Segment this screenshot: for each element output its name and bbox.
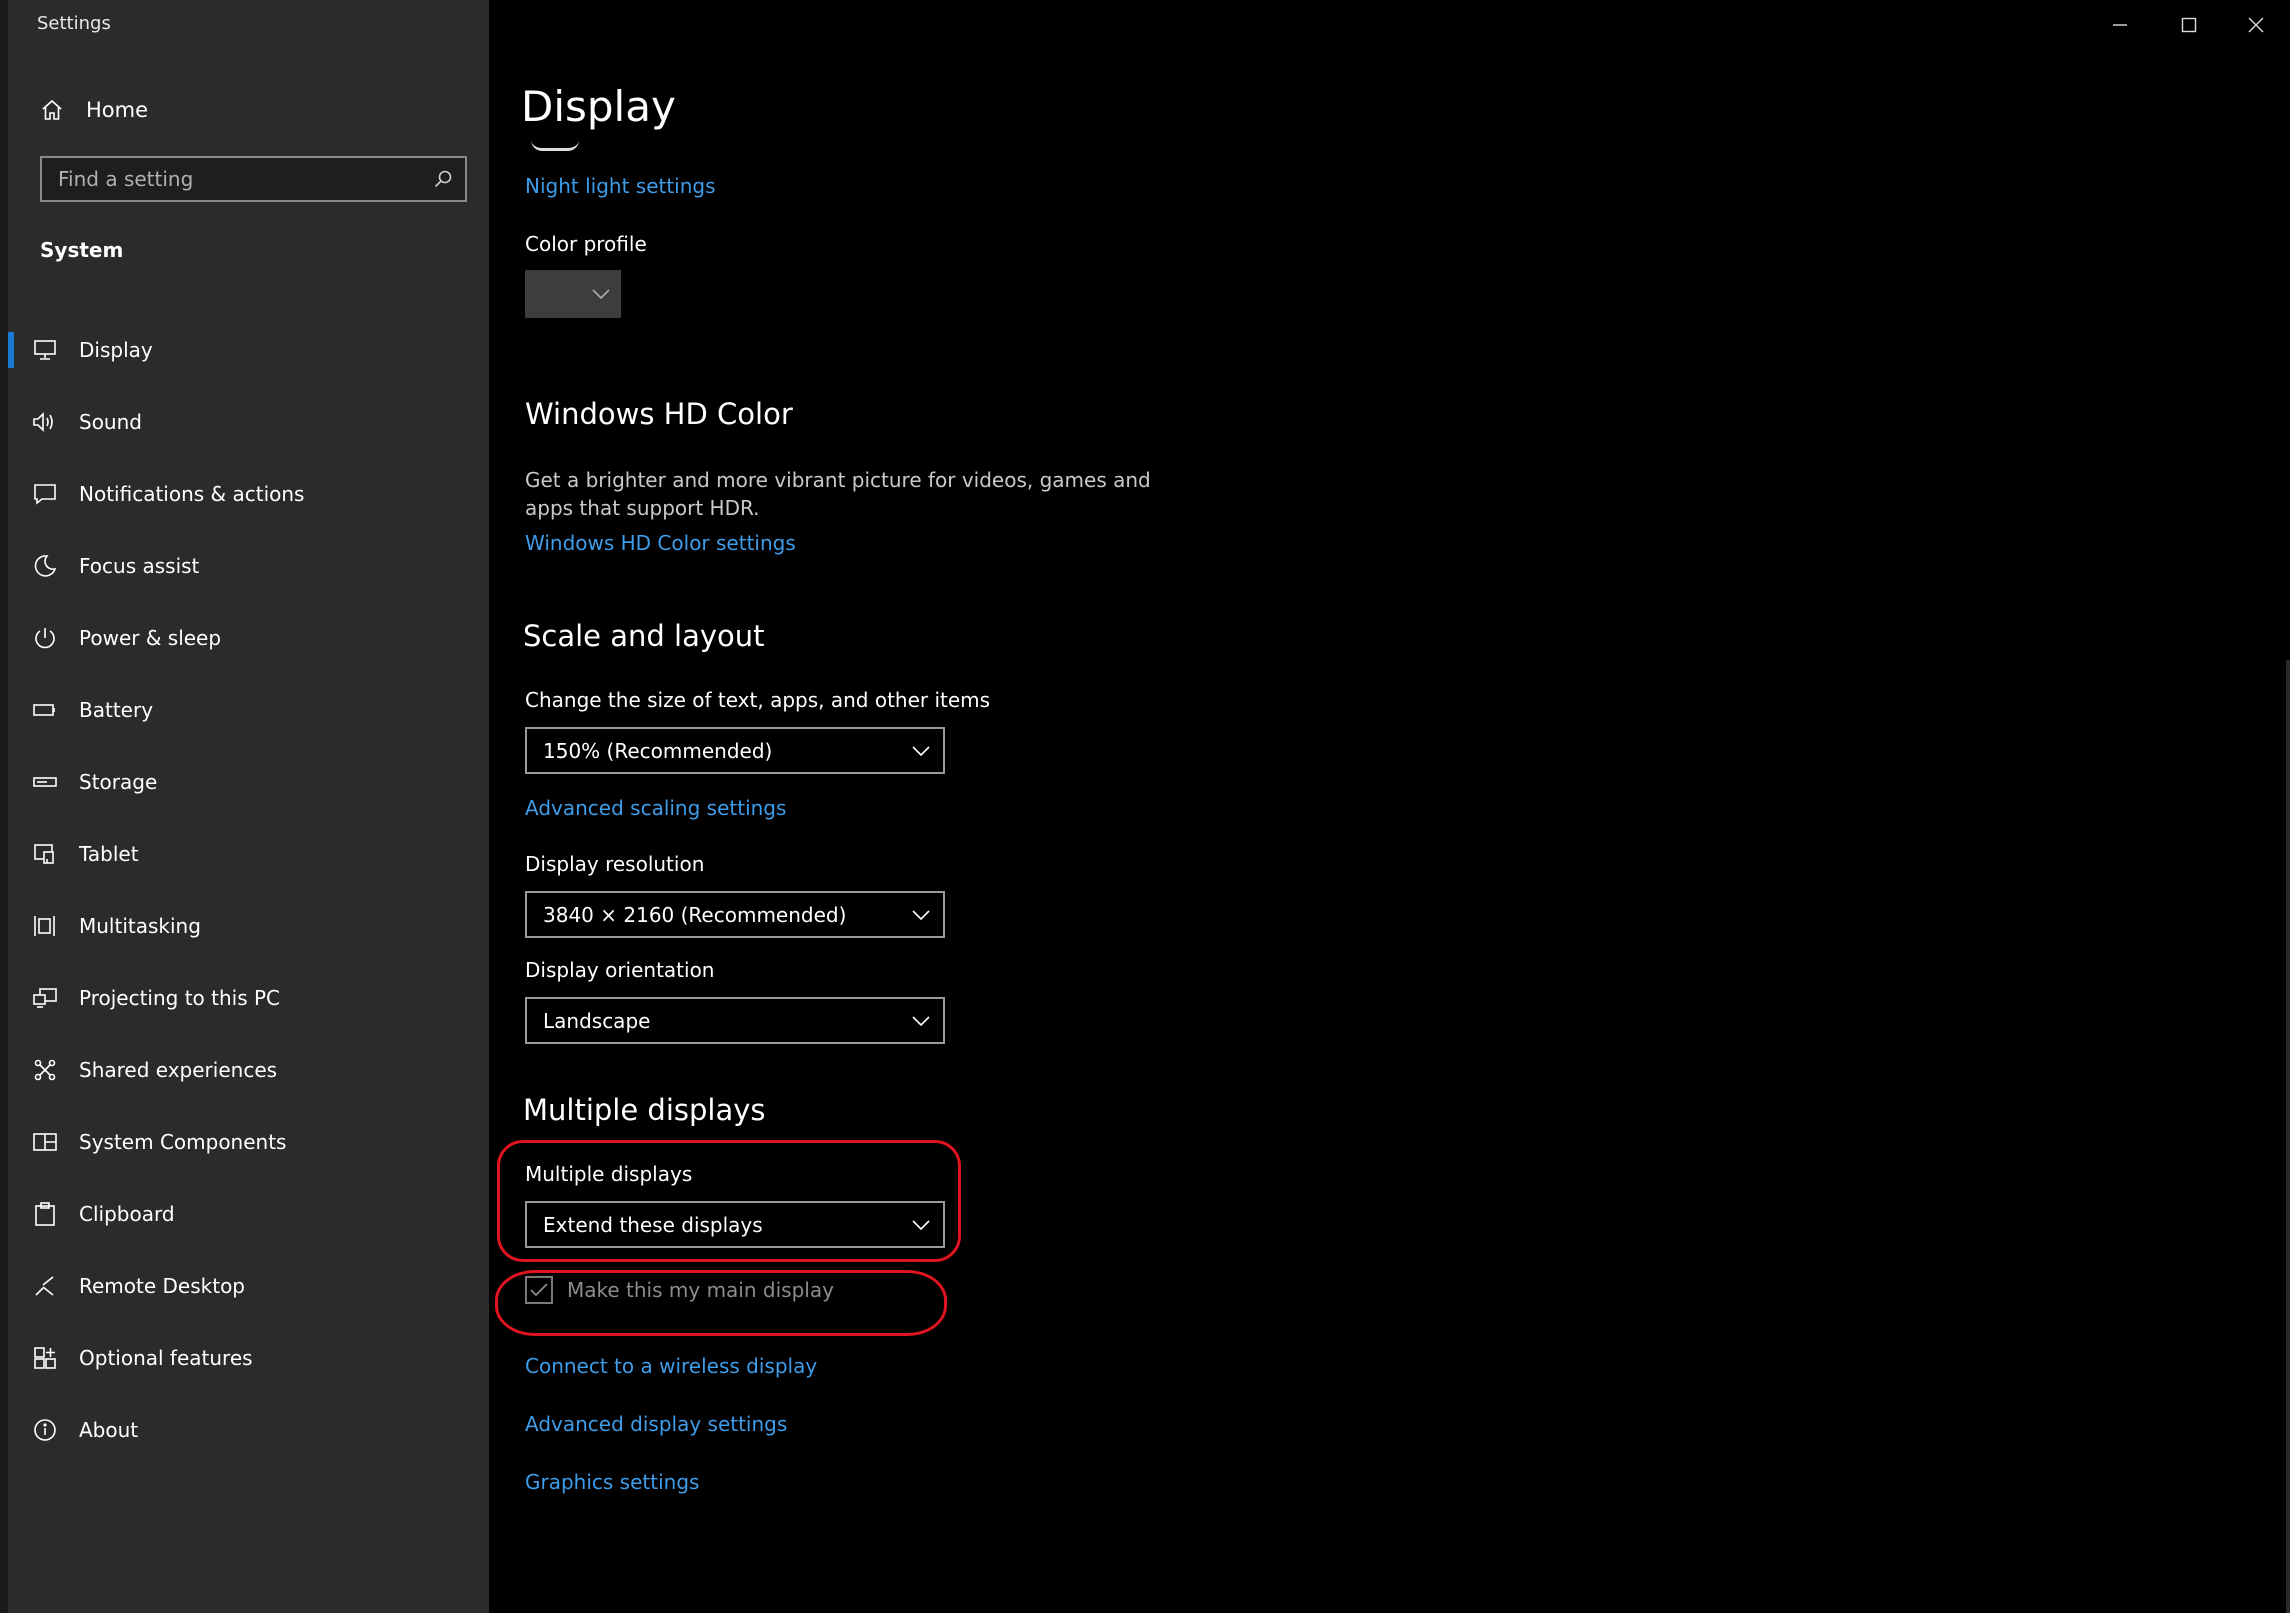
chevron-down-icon — [899, 1219, 943, 1230]
search-input[interactable] — [42, 166, 421, 192]
chevron-down-icon — [899, 1015, 943, 1026]
sidebar-item-label: Projecting to this PC — [79, 986, 281, 1010]
scale-layout-heading: Scale and layout — [523, 619, 765, 653]
sidebar-item-projecting[interactable]: Projecting to this PC — [8, 962, 489, 1034]
resolution-value: 3840 × 2160 (Recommended) — [543, 902, 847, 927]
multiple-displays-label: Multiple displays — [525, 1162, 693, 1186]
resolution-label: Display resolution — [525, 852, 705, 876]
moon-icon — [31, 552, 59, 580]
sidebar-item-label: Tablet — [79, 842, 139, 866]
search-icon[interactable] — [421, 169, 465, 189]
sidebar-item-label: Focus assist — [79, 554, 200, 578]
sidebar: Settings Home System Dis — [8, 0, 489, 1613]
sidebar-item-label: Optional features — [79, 1346, 253, 1370]
sidebar-item-optional-features[interactable]: Optional features — [8, 1322, 489, 1394]
section-label-system: System — [40, 238, 124, 262]
page-title: Display — [521, 82, 676, 131]
scale-value: 150% (Recommended) — [543, 738, 773, 763]
sidebar-item-focus-assist[interactable]: Focus assist — [8, 530, 489, 602]
main-display-checkbox[interactable] — [525, 1276, 553, 1304]
multiple-displays-heading: Multiple displays — [523, 1093, 766, 1127]
home-label: Home — [86, 98, 149, 122]
checkmark-icon — [530, 1283, 548, 1297]
sidebar-item-power-sleep[interactable]: Power & sleep — [8, 602, 489, 674]
sidebar-item-label: Sound — [79, 410, 142, 434]
window-left-edge — [0, 0, 8, 1613]
sidebar-item-tablet[interactable]: Tablet — [8, 818, 489, 890]
tablet-icon — [31, 840, 59, 868]
scale-label: Change the size of text, apps, and other… — [525, 688, 991, 712]
orientation-label: Display orientation — [525, 958, 715, 982]
home-nav-item[interactable]: Home — [30, 90, 148, 130]
sidebar-item-label: Battery — [79, 698, 154, 722]
battery-icon — [31, 696, 59, 724]
orientation-dropdown[interactable]: Landscape — [525, 997, 945, 1044]
sidebar-item-notifications[interactable]: Notifications & actions — [8, 458, 489, 530]
home-icon — [42, 99, 62, 120]
shared-experiences-icon — [31, 1056, 59, 1084]
main-display-checkbox-label: Make this my main display — [567, 1278, 834, 1302]
scale-dropdown[interactable]: 150% (Recommended) — [525, 727, 945, 774]
system-components-icon — [31, 1128, 59, 1156]
sidebar-item-label: Storage — [79, 770, 158, 794]
sidebar-item-display[interactable]: Display — [8, 314, 489, 386]
sidebar-item-about[interactable]: About — [8, 1394, 489, 1466]
info-icon — [31, 1416, 59, 1444]
sidebar-item-label: About — [79, 1418, 139, 1442]
sidebar-item-storage[interactable]: Storage — [8, 746, 489, 818]
chevron-down-icon — [899, 745, 943, 756]
monitor-icon — [31, 336, 59, 364]
sidebar-nav: Display Sound Notifications & actions Fo… — [8, 314, 489, 1466]
speaker-icon — [31, 408, 59, 436]
sidebar-item-label: Notifications & actions — [79, 482, 305, 506]
color-profile-label: Color profile — [525, 232, 647, 256]
sidebar-item-battery[interactable]: Battery — [8, 674, 489, 746]
sidebar-item-label: Power & sleep — [79, 626, 222, 650]
sidebar-item-remote-desktop[interactable]: Remote Desktop — [8, 1250, 489, 1322]
sidebar-item-label: Remote Desktop — [79, 1274, 246, 1298]
clipboard-icon — [31, 1200, 59, 1228]
main-display-checkbox-row[interactable]: Make this my main display — [525, 1276, 834, 1304]
multitasking-icon — [31, 912, 59, 940]
notification-icon — [31, 480, 59, 508]
resolution-dropdown[interactable]: 3840 × 2160 (Recommended) — [525, 891, 945, 938]
optional-features-icon — [31, 1344, 59, 1372]
scrollbar-track[interactable] — [2286, 660, 2290, 1613]
main-content: Display Night light settings Color profi… — [489, 0, 2286, 1613]
sidebar-item-label: Clipboard — [79, 1202, 175, 1226]
chevron-down-icon — [581, 289, 621, 299]
hd-color-description: Get a brighter and more vibrant picture … — [525, 468, 1151, 520]
advanced-display-settings-link[interactable]: Advanced display settings — [525, 1412, 787, 1436]
multiple-displays-value: Extend these displays — [543, 1212, 763, 1237]
sidebar-item-shared-experiences[interactable]: Shared experiences — [8, 1034, 489, 1106]
hd-color-heading: Windows HD Color — [525, 397, 793, 431]
sidebar-item-sound[interactable]: Sound — [8, 386, 489, 458]
advanced-scaling-settings-link[interactable]: Advanced scaling settings — [525, 796, 786, 820]
sidebar-item-label: System Components — [79, 1130, 287, 1154]
projecting-icon — [31, 984, 59, 1012]
scrolled-content-fragment — [531, 140, 579, 151]
graphics-settings-link[interactable]: Graphics settings — [525, 1470, 699, 1494]
orientation-value: Landscape — [543, 1008, 651, 1033]
sidebar-item-multitasking[interactable]: Multitasking — [8, 890, 489, 962]
search-box[interactable] — [40, 156, 467, 202]
multiple-displays-dropdown[interactable]: Extend these displays — [525, 1201, 945, 1248]
connect-wireless-display-link[interactable]: Connect to a wireless display — [525, 1354, 817, 1378]
power-icon — [31, 624, 59, 652]
sidebar-item-label: Display — [79, 338, 153, 362]
window-title: Settings — [37, 13, 111, 34]
chevron-down-icon — [899, 909, 943, 920]
remote-desktop-icon — [31, 1272, 59, 1300]
night-light-settings-link[interactable]: Night light settings — [525, 174, 716, 198]
storage-icon — [31, 768, 59, 796]
color-profile-dropdown[interactable] — [525, 270, 621, 318]
settings-window: Settings Home System Dis — [0, 0, 2290, 1613]
hd-color-settings-link[interactable]: Windows HD Color settings — [525, 531, 796, 555]
sidebar-item-label: Multitasking — [79, 914, 201, 938]
sidebar-item-system-components[interactable]: System Components — [8, 1106, 489, 1178]
sidebar-item-label: Shared experiences — [79, 1058, 278, 1082]
sidebar-item-clipboard[interactable]: Clipboard — [8, 1178, 489, 1250]
